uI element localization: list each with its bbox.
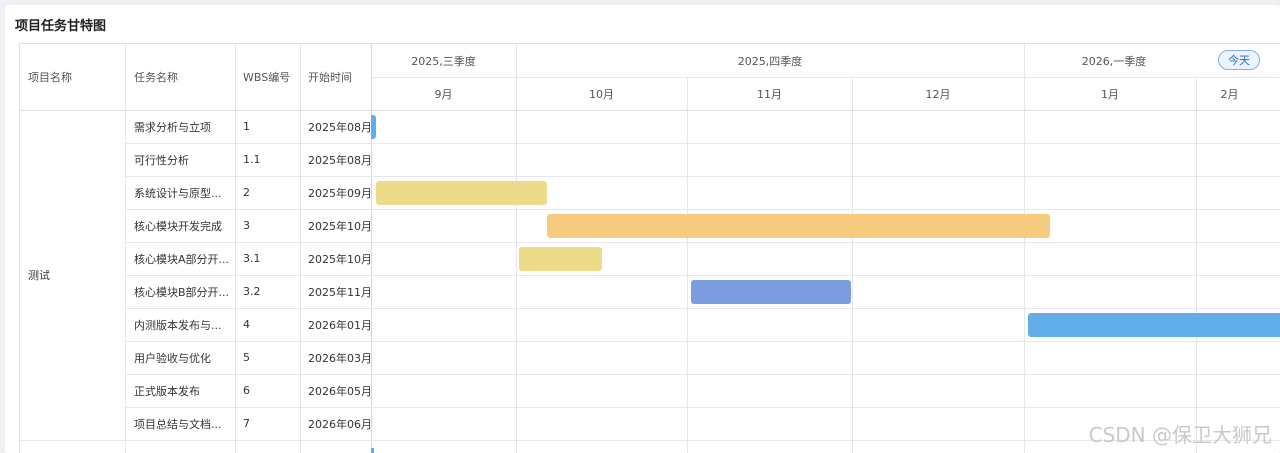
gantt-bar[interactable] [371,448,374,453]
start-time-cell: 2025年09月 [308,186,370,200]
wbs-cell: 1.1 [243,153,261,166]
header-task-name: 任务名称 [134,71,178,84]
header-project-name: 项目名称 [28,71,72,84]
project-name-cell: 测试 [28,269,50,282]
task-name-cell[interactable]: 系统设计与原型... [134,176,234,209]
grid-line [687,77,688,453]
header-wbs: WBS编号 [243,71,291,84]
grid-line [1196,77,1197,453]
task-name-cell[interactable]: 项目总结与文档... [134,407,234,440]
start-time-cell: 2025年08月 [308,120,370,134]
panel-title: 项目任务甘特图 [15,19,107,34]
wbs-cell: 5 [243,351,250,364]
wbs-cell: 3 [243,219,250,232]
start-time-cell: 2025年11月 [308,285,370,299]
gantt-bar[interactable] [547,214,1050,238]
task-name-cell[interactable]: 用户验收与优化 [134,341,234,374]
month-header: 10月 [589,87,614,101]
wbs-cell: 6 [243,384,250,397]
today-button[interactable]: 今天 [1218,50,1260,70]
month-header: 1月 [1101,87,1119,101]
month-header: 2月 [1220,87,1239,101]
gantt-bar[interactable] [691,280,851,304]
start-time-cell: 2026年03月 [308,351,370,365]
start-time-cell: 2025年10月 [308,252,370,266]
start-time-cell: 2026年01月 [308,318,370,332]
grid-line [235,44,236,453]
quarter-header: 2025,四季度 [737,54,803,68]
wbs-cell: 1 [243,120,250,133]
task-name-cell[interactable]: 核心模块B部分开... [134,275,234,308]
gantt-grid: 项目名称 任务名称 WBS编号 开始时间 2025,三季度 2025,四季度 2… [19,43,1280,453]
gantt-panel: 项目任务甘特图 项目名称 任务名称 WBS编号 开始时间 2025,三季度 20… [5,5,1280,453]
start-time-cell: 2025年08月 [308,153,370,167]
wbs-cell: 7 [243,417,250,430]
month-header: 9月 [434,87,453,101]
month-header: 11月 [757,87,782,101]
start-time-cell: 2026年06月 [308,417,370,431]
grid-line [300,44,301,453]
task-name-cell[interactable]: 需求分析与立项 [134,110,234,143]
gantt-bar[interactable] [1028,313,1280,337]
task-name-cell[interactable]: 内测版本发布与... [134,308,234,341]
watermark: CSDN @保卫大狮兄 [1088,423,1272,447]
task-name-cell[interactable]: 可行性分析 [134,143,234,176]
wbs-cell: 2 [243,186,250,199]
task-name-cell[interactable]: 核心模块开发完成 [134,209,234,242]
start-time-cell: 2026年05月 [308,384,370,398]
grid-line [125,44,126,453]
header-start-time: 开始时间 [308,71,352,84]
quarter-header: 2026,一季度 [1081,54,1147,68]
gantt-bar[interactable] [376,181,547,205]
wbs-cell: 3.1 [243,252,261,265]
task-name-cell[interactable]: 核心模块A部分开... [134,242,234,275]
wbs-cell: 3.2 [243,285,261,298]
month-header: 12月 [925,87,951,101]
wbs-cell: 4 [243,318,250,331]
gantt-bar[interactable] [371,115,376,139]
quarter-header: 2025,三季度 [411,54,476,68]
gantt-bar[interactable] [519,247,602,271]
start-time-cell: 2025年10月 [308,219,370,233]
grid-line [852,77,853,453]
task-name-cell[interactable]: 正式版本发布 [134,374,234,407]
